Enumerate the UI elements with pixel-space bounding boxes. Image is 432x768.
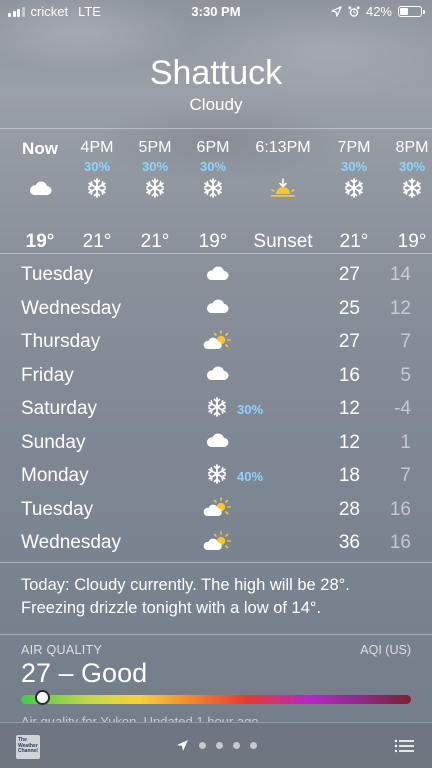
daily-low-temp: 7 bbox=[400, 465, 411, 486]
cloud-icon bbox=[205, 298, 229, 319]
daily-low-temp: 5 bbox=[400, 364, 411, 386]
daily-high-temp: 12 bbox=[338, 431, 360, 453]
daily-row: Tuesday 28 16 bbox=[0, 494, 432, 528]
snowflake-icon bbox=[87, 177, 107, 203]
daily-low-temp: 14 bbox=[389, 264, 411, 285]
cloud-icon bbox=[205, 432, 229, 453]
daily-row: Monday 40% 18 7 bbox=[0, 460, 432, 494]
daily-low-temp: 7 bbox=[400, 331, 411, 352]
daily-day-name: Wednesday bbox=[21, 297, 121, 319]
air-quality-note: Air quality for Yukon. Updated 1 hour ag… bbox=[21, 714, 263, 722]
daily-high-temp: 27 bbox=[338, 331, 360, 352]
daily-high-temp: 18 bbox=[338, 465, 360, 486]
air-quality-unit: AQI (US) bbox=[360, 643, 411, 657]
battery-icon bbox=[398, 6, 425, 17]
daily-low-temp: 1 bbox=[400, 431, 411, 453]
daily-low-temp: 16 bbox=[389, 532, 411, 553]
air-quality-panel[interactable]: AIR QUALITY AQI (US) 27 – Good Air quali… bbox=[0, 636, 432, 722]
bottom-toolbar: The Weather Channel bbox=[0, 722, 432, 768]
status-bar: cricket LTE 3:30 PM 42% bbox=[0, 0, 432, 22]
daily-row: Wednesday 25 12 bbox=[0, 293, 432, 327]
air-quality-value: 27 – Good bbox=[21, 658, 148, 688]
today-summary: Today: Cloudy currently. The high will b… bbox=[0, 562, 432, 635]
hourly-temp: 19° bbox=[198, 231, 228, 252]
hourly-precip-chance: 30% bbox=[199, 159, 227, 174]
current-condition: Cloudy bbox=[189, 95, 243, 114]
daily-high-temp: 12 bbox=[338, 398, 360, 419]
page-dot[interactable] bbox=[232, 742, 240, 749]
daily-row: Thursday 27 7 bbox=[0, 326, 432, 360]
partly-sunny-icon bbox=[203, 497, 231, 522]
hourly-temp: Sunset bbox=[253, 231, 313, 252]
daily-row: Friday 16 5 bbox=[0, 360, 432, 394]
hourly-forecast[interactable]: Now 19° 4PM 30% 21° 5PM 30% 21° 6PM 30% 19° 6:13… bbox=[0, 128, 432, 254]
daily-row: Tuesday 27 14 bbox=[0, 259, 432, 293]
partly-sunny-icon bbox=[203, 329, 231, 355]
partly-sunny-icon bbox=[203, 530, 231, 556]
daily-precip-chance: 30% bbox=[237, 402, 264, 417]
cloud-icon bbox=[205, 365, 229, 386]
sunset-icon bbox=[270, 177, 296, 203]
hourly-item: 8PM 30% 19° bbox=[377, 139, 432, 253]
alarm-icon bbox=[348, 5, 360, 17]
daily-day-name: Tuesday bbox=[21, 498, 94, 520]
cloud-icon bbox=[28, 180, 52, 201]
daily-row: Sunday 12 1 bbox=[0, 427, 432, 461]
daily-high-temp: 16 bbox=[338, 364, 360, 386]
hourly-temp: 19° bbox=[397, 231, 427, 252]
daily-day-name: Friday bbox=[21, 364, 74, 386]
daily-day-name: Thursday bbox=[21, 331, 101, 352]
page-dot[interactable] bbox=[249, 742, 257, 749]
battery-percent: 42% bbox=[365, 4, 392, 19]
hourly-precip-chance bbox=[248, 159, 318, 173]
snowflake-icon bbox=[207, 463, 227, 489]
hourly-time: 6PM bbox=[196, 139, 230, 156]
city-name: Shattuck bbox=[149, 54, 283, 92]
snowflake-icon bbox=[207, 396, 227, 422]
snowflake-icon bbox=[145, 177, 165, 203]
air-quality-label: AIR QUALITY bbox=[21, 643, 103, 657]
hourly-item: 6:13PM Sunset bbox=[248, 139, 318, 253]
location-arrow-icon[interactable] bbox=[176, 739, 189, 752]
cloud-icon bbox=[205, 265, 229, 286]
air-quality-scale-bar bbox=[21, 695, 411, 704]
list-icon[interactable] bbox=[394, 739, 414, 753]
hourly-time: 8PM bbox=[395, 139, 429, 156]
daily-high-temp: 27 bbox=[338, 264, 360, 285]
daily-day-name: Wednesday bbox=[21, 532, 121, 553]
snowflake-icon bbox=[402, 177, 422, 203]
page-indicator[interactable] bbox=[0, 739, 432, 752]
daily-day-name: Monday bbox=[21, 465, 89, 486]
hourly-item: 6PM 30% 19° bbox=[178, 139, 248, 253]
daily-day-name: Sunday bbox=[21, 431, 86, 453]
daily-high-temp: 28 bbox=[338, 498, 360, 520]
daily-high-temp: 25 bbox=[338, 297, 360, 319]
daily-row: Wednesday 36 16 bbox=[0, 527, 432, 561]
daily-high-temp: 36 bbox=[338, 532, 360, 553]
daily-low-temp: 12 bbox=[389, 297, 411, 319]
daily-day-name: Tuesday bbox=[21, 264, 94, 285]
hourly-time: 6:13PM bbox=[255, 139, 311, 156]
daily-precip-chance: 40% bbox=[237, 469, 264, 484]
page-dot[interactable] bbox=[198, 742, 206, 749]
hourly-precip-chance: 30% bbox=[398, 159, 426, 174]
daily-low-temp: 16 bbox=[389, 498, 411, 520]
page-dot[interactable] bbox=[215, 742, 223, 749]
daily-forecast: Tuesday 27 14 Wednesday 25 12 Thursday 27 7 Frid… bbox=[0, 259, 432, 561]
snowflake-icon bbox=[203, 177, 223, 203]
snowflake-icon bbox=[344, 177, 364, 203]
summary-text: Today: Cloudy currently. The high will b… bbox=[21, 576, 350, 617]
air-quality-indicator bbox=[34, 690, 50, 705]
daily-low-temp: -4 bbox=[394, 398, 411, 419]
daily-day-name: Saturday bbox=[21, 398, 98, 419]
daily-row: Saturday 30% 12 -4 bbox=[0, 393, 432, 427]
location-services-icon bbox=[331, 6, 342, 17]
